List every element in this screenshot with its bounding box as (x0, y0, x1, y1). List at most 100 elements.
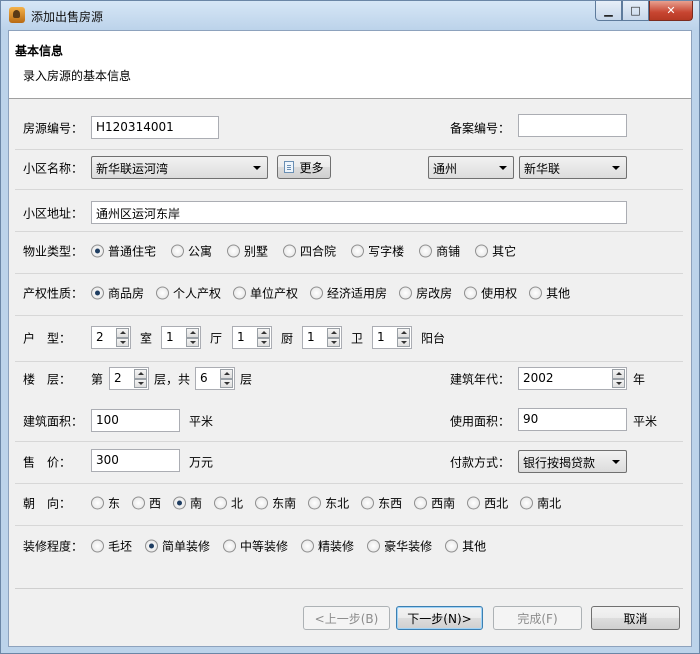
radio-icon[interactable] (255, 496, 269, 510)
spin-down-icon[interactable] (220, 378, 233, 388)
property-type-option[interactable]: 别墅 (227, 243, 268, 260)
radio-icon[interactable] (145, 539, 159, 553)
radio-icon[interactable] (308, 496, 322, 510)
build-year-spinner[interactable]: 2002 (518, 367, 627, 390)
cancel-button[interactable]: 取消 (591, 606, 680, 630)
orientation-option[interactable]: 东西 (361, 495, 402, 512)
title-bar[interactable]: 添加出售房源 ▁ □ ✕ (1, 1, 699, 30)
radio-icon[interactable] (351, 244, 365, 258)
radio-icon[interactable] (91, 539, 104, 553)
community-select[interactable]: 新华联运河湾 (91, 156, 268, 179)
spin-down-icon[interactable] (116, 337, 129, 347)
radio-icon[interactable] (301, 539, 315, 553)
spin-up-icon[interactable] (327, 328, 340, 338)
spin-up-icon[interactable] (186, 328, 199, 338)
orientation-option[interactable]: 北 (214, 495, 243, 512)
orientation-option[interactable]: 南北 (520, 495, 561, 512)
spin-up-icon[interactable] (116, 328, 129, 338)
spin-up-icon[interactable] (397, 328, 410, 338)
ownership-option[interactable]: 单位产权 (233, 285, 298, 302)
property-type-option[interactable]: 普通住宅 (91, 243, 156, 260)
halls-spinner[interactable]: 1 (161, 326, 201, 349)
radio-icon[interactable] (233, 286, 247, 300)
orientation-option[interactable]: 西 (132, 495, 161, 512)
spin-down-icon[interactable] (186, 337, 199, 347)
price-input[interactable]: 300 (91, 449, 180, 472)
property-type-option[interactable]: 商铺 (419, 243, 460, 260)
radio-icon[interactable] (419, 244, 433, 258)
radio-icon[interactable] (529, 286, 543, 300)
radio-icon[interactable] (132, 496, 146, 510)
property-type-option[interactable]: 其它 (475, 243, 516, 260)
rooms-spinner[interactable]: 2 (91, 326, 131, 349)
more-button[interactable]: 更多 (277, 155, 331, 179)
radio-icon[interactable] (283, 244, 297, 258)
radio-icon[interactable] (464, 286, 478, 300)
radio-icon[interactable] (214, 496, 228, 510)
baths-spinner[interactable]: 1 (302, 326, 342, 349)
decoration-option[interactable]: 其他 (445, 538, 486, 555)
ownership-option[interactable]: 经济适用房 (310, 285, 387, 302)
kitchens-spinner[interactable]: 1 (232, 326, 272, 349)
spin-up-icon[interactable] (612, 369, 625, 379)
orientation-option[interactable]: 东北 (308, 495, 349, 512)
spin-down-icon[interactable] (257, 337, 270, 347)
next-button[interactable]: 下一步(N)> (396, 606, 483, 630)
spin-down-icon[interactable] (327, 337, 340, 347)
decoration-option[interactable]: 豪华装修 (367, 538, 432, 555)
ownership-option[interactable]: 其他 (529, 285, 570, 302)
balconies-spinner[interactable]: 1 (372, 326, 412, 349)
spin-up-icon[interactable] (220, 369, 233, 379)
record-no-input[interactable] (518, 114, 627, 137)
radio-icon[interactable] (445, 539, 459, 553)
property-type-option[interactable]: 四合院 (283, 243, 336, 260)
ownership-option[interactable]: 房改房 (399, 285, 452, 302)
district-select[interactable]: 通州 (428, 156, 514, 179)
radio-icon[interactable] (171, 244, 185, 258)
minimize-button[interactable]: ▁ (595, 1, 622, 21)
orientation-option[interactable]: 西南 (414, 495, 455, 512)
radio-icon[interactable] (414, 496, 428, 510)
radio-icon[interactable] (310, 286, 324, 300)
spin-down-icon[interactable] (134, 378, 147, 388)
radio-icon[interactable] (361, 496, 375, 510)
finish-button[interactable]: 完成(F) (493, 606, 582, 630)
orientation-option[interactable]: 南 (173, 495, 202, 512)
decoration-option[interactable]: 精装修 (301, 538, 354, 555)
total-floor-spinner[interactable]: 6 (195, 367, 235, 390)
radio-icon[interactable] (227, 244, 241, 258)
spin-down-icon[interactable] (612, 378, 625, 388)
property-type-option[interactable]: 写字楼 (351, 243, 404, 260)
house-no-input[interactable]: H120314001 (91, 116, 219, 139)
spin-down-icon[interactable] (397, 337, 410, 347)
use-area-input[interactable]: 90 (518, 408, 627, 431)
spin-up-icon[interactable] (257, 328, 270, 338)
payment-select[interactable]: 银行按揭贷款 (518, 450, 627, 473)
orientation-option[interactable]: 东南 (255, 495, 296, 512)
radio-icon[interactable] (91, 244, 104, 258)
property-type-option[interactable]: 公寓 (171, 243, 212, 260)
radio-icon[interactable] (467, 496, 481, 510)
radio-icon[interactable] (173, 496, 187, 510)
radio-icon[interactable] (223, 539, 237, 553)
orientation-option[interactable]: 东 (91, 495, 120, 512)
radio-icon[interactable] (520, 496, 534, 510)
build-area-input[interactable]: 100 (91, 409, 180, 432)
decoration-option[interactable]: 简单装修 (145, 538, 210, 555)
area-select[interactable]: 新华联 (519, 156, 627, 179)
ownership-option[interactable]: 商品房 (91, 285, 144, 302)
radio-icon[interactable] (91, 286, 104, 300)
address-input[interactable]: 通州区运河东岸 (91, 201, 627, 224)
radio-icon[interactable] (399, 286, 413, 300)
radio-icon[interactable] (91, 496, 104, 510)
orientation-option[interactable]: 西北 (467, 495, 508, 512)
ownership-option[interactable]: 个人产权 (156, 285, 221, 302)
ownership-option[interactable]: 使用权 (464, 285, 517, 302)
floor-spinner[interactable]: 2 (109, 367, 149, 390)
radio-icon[interactable] (367, 539, 381, 553)
radio-icon[interactable] (475, 244, 489, 258)
decoration-option[interactable]: 中等装修 (223, 538, 288, 555)
close-button[interactable]: ✕ (649, 1, 693, 21)
radio-icon[interactable] (156, 286, 170, 300)
maximize-button[interactable]: □ (622, 1, 649, 21)
